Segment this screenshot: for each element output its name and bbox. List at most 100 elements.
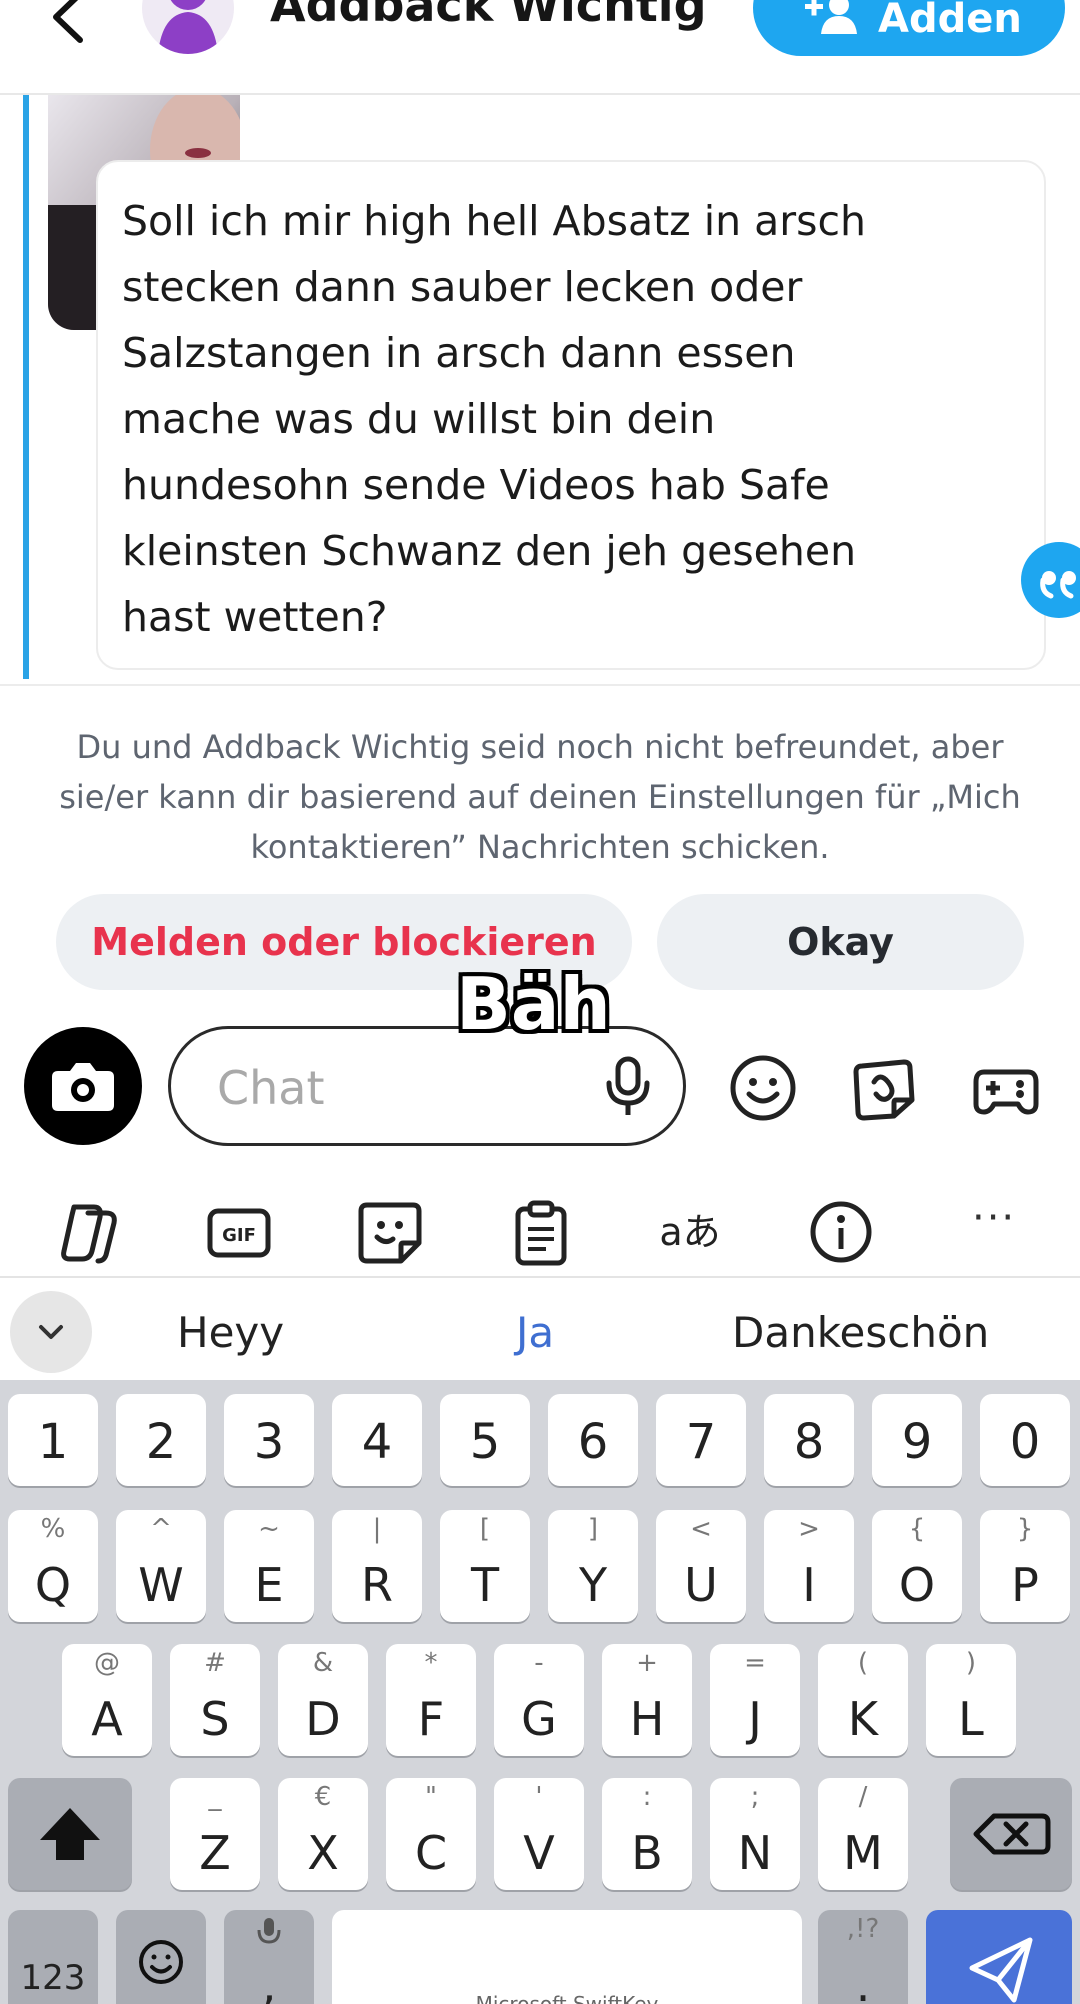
quote-icon — [1040, 571, 1076, 599]
okay-button[interactable]: Okay — [657, 894, 1024, 990]
key-r[interactable]: | R — [332, 1510, 422, 1622]
key-j[interactable]: = J — [710, 1644, 800, 1756]
backspace-icon — [973, 1813, 1051, 1855]
chat-title[interactable]: Addback Wichtig — [270, 0, 707, 32]
key-w[interactable]: ^ W — [116, 1510, 206, 1622]
key-n[interactable]: ; N — [710, 1778, 800, 1890]
key-g[interactable]: -G — [494, 1644, 584, 1756]
info-icon — [810, 1201, 872, 1263]
stickers-button[interactable] — [848, 1052, 920, 1124]
kb-sticker-button[interactable] — [355, 1197, 425, 1267]
key-s[interactable]: # S — [170, 1644, 260, 1756]
suggestion-item-highlighted[interactable]: Ja — [516, 1308, 554, 1357]
key-x[interactable]: € X — [278, 1778, 368, 1890]
translate-icon: aあ — [659, 1210, 720, 1254]
key-6[interactable]: 6 — [548, 1394, 638, 1486]
chevron-left-icon — [53, 0, 83, 43]
key-p[interactable]: } P — [980, 1510, 1070, 1622]
bitmoji-avatar-icon — [158, 0, 218, 54]
key-z[interactable]: _ Z — [170, 1778, 260, 1890]
key-5[interactable]: 5 — [440, 1394, 530, 1486]
game-controller-icon — [973, 1069, 1039, 1115]
send-icon — [969, 1937, 1033, 2003]
key-e[interactable]: ~ E — [224, 1510, 314, 1622]
camera-icon — [52, 1063, 114, 1111]
key-3[interactable]: 3 — [224, 1394, 314, 1486]
divider — [0, 684, 1080, 686]
copilot-icon — [61, 1204, 117, 1264]
suggestion-item[interactable]: Heyy — [177, 1308, 284, 1357]
key-u[interactable]: < U — [656, 1510, 746, 1622]
not-friends-notice: Du und Addback Wichtig seid noch nicht b… — [59, 728, 1021, 866]
key-0[interactable]: 0 — [980, 1394, 1070, 1486]
collapse-button[interactable] — [10, 1291, 92, 1373]
key-q[interactable]: % Q — [8, 1510, 98, 1622]
suggestion-item[interactable]: Dankeschön — [732, 1308, 989, 1357]
backspace-key[interactable] — [950, 1778, 1072, 1890]
period-key[interactable]: ,!?. — [818, 1910, 908, 2004]
chat-header: Addback Wichtig Adden — [0, 0, 1080, 95]
clipboard-icon — [515, 1200, 567, 1266]
reply-quote-button[interactable] — [1021, 542, 1080, 618]
key-2[interactable]: 2 — [116, 1394, 206, 1486]
info-button[interactable] — [806, 1197, 876, 1267]
key-v[interactable]: ' V — [494, 1778, 584, 1890]
more-options-button[interactable]: ··· — [972, 1195, 1016, 1241]
space-key[interactable]: Microsoft SwiftKey — [332, 1910, 802, 2004]
message-text: Soll ich mir high hell Absatz in arsch s… — [122, 197, 867, 641]
key-o[interactable]: {O — [872, 1510, 962, 1622]
back-button[interactable] — [40, 0, 100, 52]
key-c[interactable]: " C — [386, 1778, 476, 1890]
key-m[interactable]: / M — [818, 1778, 908, 1890]
smiley-icon — [139, 1940, 183, 1984]
gif-label: GIF — [222, 1225, 256, 1246]
key-k[interactable]: (K — [818, 1644, 908, 1756]
key-4[interactable]: 4 — [332, 1394, 422, 1486]
gif-icon: GIF — [207, 1208, 271, 1258]
key-d[interactable]: & D — [278, 1644, 368, 1756]
key-b[interactable]: :B — [602, 1778, 692, 1890]
add-person-icon — [805, 0, 857, 34]
chat-placeholder: Chat — [217, 1061, 325, 1115]
key-f[interactable]: * F — [386, 1644, 476, 1756]
key-9[interactable]: 9 — [872, 1394, 962, 1486]
key-1[interactable]: 1 — [8, 1394, 98, 1486]
message-thread-bar — [23, 95, 29, 679]
smiley-icon — [730, 1055, 796, 1121]
numbers-key[interactable]: 123 — [8, 1910, 98, 2004]
add-friend-button[interactable]: Adden — [753, 0, 1065, 56]
key-i[interactable]: > I — [764, 1510, 854, 1622]
key-l[interactable]: ) L — [926, 1644, 1016, 1756]
microphone-icon[interactable] — [601, 1055, 655, 1119]
avatar[interactable] — [142, 0, 234, 54]
chevron-down-icon — [39, 1325, 63, 1339]
clipboard-button[interactable] — [506, 1197, 576, 1267]
message-bubble[interactable]: Soll ich mir high hell Absatz in arsch s… — [96, 160, 1080, 670]
add-friend-label: Adden — [878, 0, 1022, 42]
key-y[interactable]: ] Y — [548, 1510, 638, 1622]
translate-label: aあ — [659, 1210, 720, 1254]
send-key[interactable] — [926, 1910, 1072, 2004]
keyboard: 1 2 3 4 5 6 7 8 9 0 % Q ^ W ~ E | R [T ] Y < U… — [0, 1380, 1080, 2004]
key-h[interactable]: + H — [602, 1644, 692, 1756]
key-t[interactable]: [T — [440, 1510, 530, 1622]
emoji-button[interactable] — [727, 1052, 799, 1124]
shift-icon — [40, 1808, 100, 1860]
suggestion-bar: Heyy Ja Dankeschön — [0, 1280, 1080, 1380]
video-caption: Bäh — [456, 962, 611, 1046]
emoji-key[interactable] — [116, 1910, 206, 2004]
sticker-face-icon — [358, 1202, 422, 1264]
key-8[interactable]: 8 — [764, 1394, 854, 1486]
shift-key[interactable] — [8, 1778, 132, 1890]
key-a[interactable]: @ A — [62, 1644, 152, 1756]
sticker-icon — [853, 1059, 915, 1121]
translate-button[interactable]: aあ — [655, 1197, 725, 1267]
copilot-button[interactable] — [54, 1197, 124, 1267]
keyboard-toolbar: GIF aあ ··· — [0, 1183, 1080, 1278]
key-7[interactable]: 7 — [656, 1394, 746, 1486]
gif-button[interactable]: GIF — [204, 1197, 274, 1267]
comma-key[interactable]: , — [224, 1910, 314, 2004]
microphone-icon — [257, 1918, 281, 1944]
camera-button[interactable] — [24, 1027, 142, 1145]
games-button[interactable] — [970, 1052, 1042, 1124]
